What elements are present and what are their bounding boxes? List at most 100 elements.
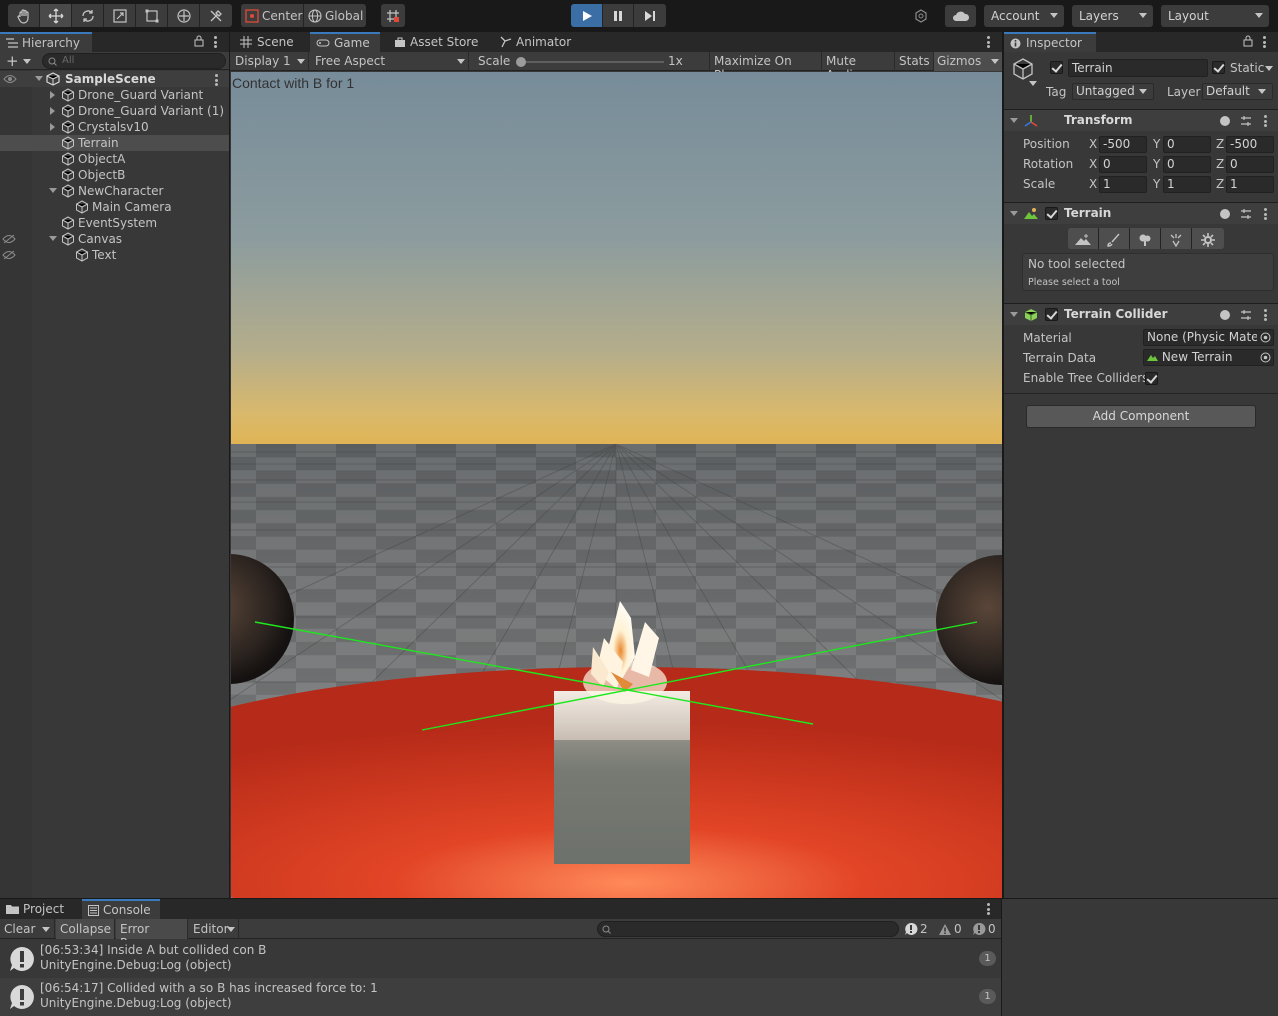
rotation-x-field[interactable]: 0 — [1099, 156, 1147, 173]
kebab-menu-icon[interactable] — [987, 903, 990, 917]
rotate-tool-icon[interactable] — [72, 4, 104, 27]
help-icon[interactable] — [1220, 310, 1230, 320]
scale-x-field[interactable]: 1 — [1099, 176, 1147, 193]
search-input[interactable]: All — [42, 53, 226, 69]
material-object-field[interactable]: None (Physic Material) — [1143, 329, 1274, 346]
slider-handle[interactable] — [516, 57, 526, 67]
chevron-down-icon[interactable] — [49, 236, 57, 241]
add-component-button[interactable]: Add Component — [1026, 405, 1256, 428]
rotation-y-field[interactable]: 0 — [1163, 156, 1211, 173]
maximize-on-play-toggle[interactable]: Maximize On Play — [709, 52, 820, 82]
paint-trees-icon[interactable] — [1130, 228, 1161, 249]
hierarchy-item-drone-guard-variant[interactable]: Drone_Guard Variant — [0, 87, 229, 103]
console-entry[interactable]: [06:53:34] Inside A but collided con B U… — [0, 940, 1001, 978]
display-dropdown[interactable]: Display 1 — [230, 52, 309, 71]
eye-icon[interactable] — [3, 74, 17, 84]
kebab-menu-icon[interactable] — [1264, 309, 1267, 323]
terrain-collider-header[interactable]: Terrain Collider — [1004, 303, 1278, 325]
hierarchy-item-drone-guard-variant-1[interactable]: Drone_Guard Variant (1) — [0, 103, 229, 119]
chevron-down-icon[interactable] — [1010, 312, 1018, 317]
aspect-dropdown[interactable]: Free Aspect — [310, 52, 469, 71]
layers-dropdown[interactable]: Layers — [1072, 5, 1153, 27]
error-pause-toggle[interactable]: Error Pause — [116, 919, 188, 950]
space-global-button[interactable]: Global — [304, 4, 366, 27]
position-z-field[interactable]: -500 — [1226, 136, 1274, 153]
active-checkbox[interactable] — [1050, 61, 1063, 74]
paint-brush-icon[interactable] — [1099, 228, 1130, 249]
collapse-toggle[interactable]: Collapse — [56, 919, 115, 939]
scale-y-field[interactable]: 1 — [1163, 176, 1211, 193]
tab-animator[interactable]: Animator — [494, 32, 577, 52]
static-checkbox[interactable] — [1212, 61, 1225, 74]
log-count-toggle[interactable]: 2 — [904, 921, 928, 937]
hierarchy-item-objectb[interactable]: ObjectB — [0, 167, 229, 183]
terrain-header[interactable]: Terrain — [1004, 202, 1278, 224]
paint-details-icon[interactable] — [1161, 228, 1192, 249]
hand-tool-icon[interactable] — [8, 4, 40, 27]
collab-icon[interactable] — [908, 5, 934, 27]
account-dropdown[interactable]: Account — [984, 5, 1064, 27]
pause-button[interactable] — [603, 4, 634, 27]
custom-tool-icon[interactable] — [200, 4, 232, 27]
chevron-down-icon[interactable] — [49, 188, 57, 193]
tab-game[interactable]: Game — [310, 32, 380, 52]
chevron-down-icon[interactable] — [35, 76, 43, 81]
tab-scene[interactable]: Scene — [234, 32, 300, 52]
mute-audio-toggle[interactable]: Mute Audio — [821, 52, 893, 82]
hierarchy-item-newcharacter[interactable]: NewCharacter — [0, 183, 229, 199]
console-entry[interactable]: [06:54:17] Collided with a so B has incr… — [0, 978, 1001, 1016]
preset-icon[interactable] — [1240, 115, 1252, 127]
tab-asset-store[interactable]: Asset Store — [388, 32, 484, 52]
play-button[interactable] — [571, 4, 603, 27]
position-y-field[interactable]: 0 — [1163, 136, 1211, 153]
hierarchy-item-objecta[interactable]: ObjectA — [0, 151, 229, 167]
chevron-down-icon[interactable] — [23, 59, 31, 64]
kebab-menu-icon[interactable] — [987, 36, 990, 50]
transform-tool-icon[interactable] — [168, 4, 200, 27]
pivot-center-button[interactable]: Center — [241, 4, 304, 27]
hierarchy-item-crystalsv10[interactable]: Crystalsv10 — [0, 119, 229, 135]
chevron-down-icon[interactable] — [1010, 211, 1018, 216]
terrain-settings-gear-icon[interactable] — [1192, 228, 1224, 249]
kebab-menu-icon[interactable] — [1264, 115, 1267, 129]
hidden-eye-icon[interactable] — [2, 234, 16, 244]
kebab-menu-icon[interactable] — [1264, 208, 1267, 222]
hidden-eye-icon[interactable] — [2, 250, 16, 260]
grid-snap-icon[interactable] — [381, 4, 405, 27]
chevron-right-icon[interactable] — [50, 123, 55, 131]
position-x-field[interactable]: -500 — [1099, 136, 1147, 153]
kebab-menu-icon[interactable] — [214, 36, 217, 50]
tab-hierarchy[interactable]: Hierarchy — [0, 32, 92, 52]
game-viewport[interactable]: Contact with B for 1 — [231, 72, 1002, 898]
layout-dropdown[interactable]: Layout — [1161, 5, 1269, 27]
add-icon[interactable]: + — [6, 54, 19, 69]
scale-z-field[interactable]: 1 — [1226, 176, 1274, 193]
tab-project[interactable]: Project — [0, 899, 70, 919]
kebab-menu-icon[interactable] — [1263, 36, 1266, 50]
hierarchy-item-main-camera[interactable]: Main Camera — [0, 199, 229, 215]
terrain-data-field[interactable]: New Terrain — [1143, 349, 1274, 366]
transform-header[interactable]: Transform — [1004, 109, 1278, 131]
chevron-down-icon[interactable] — [42, 927, 50, 932]
tag-dropdown[interactable]: Untagged — [1072, 83, 1154, 100]
warning-count-toggle[interactable]: 0 — [938, 921, 962, 937]
help-icon[interactable] — [1220, 116, 1230, 126]
stats-toggle[interactable]: Stats — [894, 52, 932, 71]
hierarchy-item-terrain[interactable]: Terrain — [0, 135, 229, 151]
move-tool-icon[interactable] — [40, 4, 72, 27]
raise-terrain-icon[interactable] — [1068, 228, 1099, 249]
editor-dropdown[interactable]: Editor — [189, 919, 239, 939]
help-icon[interactable] — [1220, 209, 1230, 219]
cloud-button[interactable] — [945, 5, 976, 27]
chevron-right-icon[interactable] — [50, 91, 55, 99]
chevron-down-icon[interactable] — [1029, 81, 1037, 86]
tree-colliders-checkbox[interactable] — [1145, 372, 1158, 385]
rotation-z-field[interactable]: 0 — [1226, 156, 1274, 173]
clear-button[interactable]: Clear — [0, 919, 55, 939]
lock-icon[interactable] — [194, 35, 204, 47]
step-button[interactable] — [634, 4, 666, 27]
tab-console[interactable]: Console — [82, 899, 160, 919]
scene-row[interactable]: SampleScene — [0, 71, 229, 87]
preset-icon[interactable] — [1240, 309, 1252, 321]
object-name-field[interactable]: Terrain — [1068, 59, 1208, 77]
